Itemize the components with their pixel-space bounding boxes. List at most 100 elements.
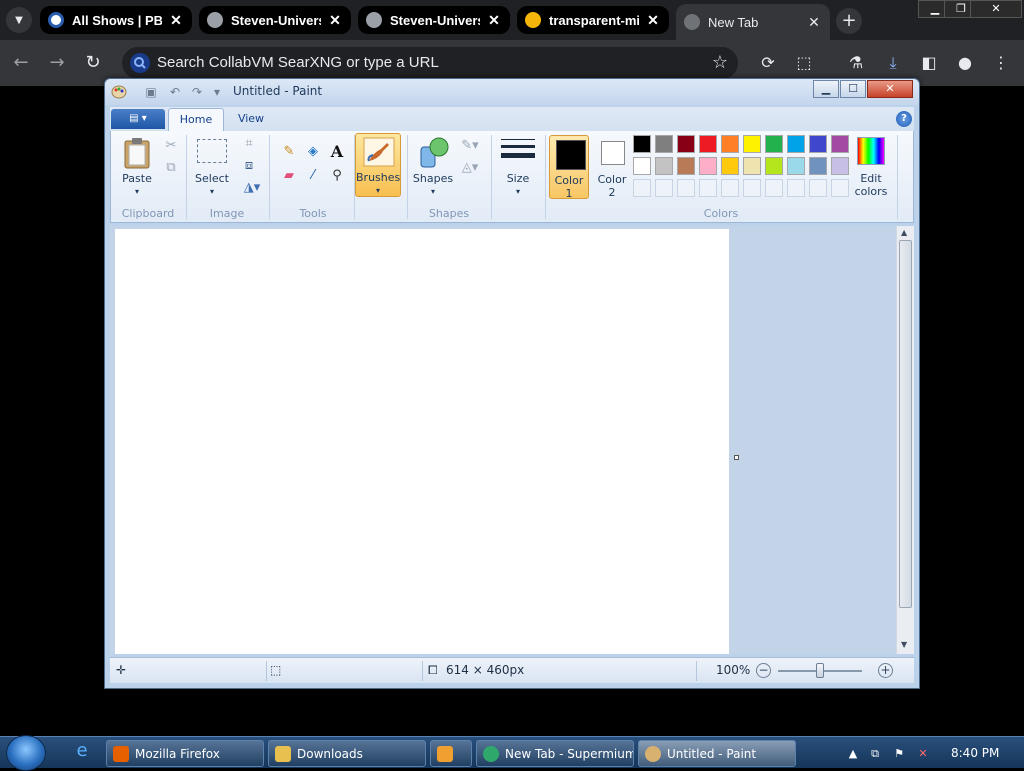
tab-pbs[interactable]: All Shows | PBS ✕ — [40, 6, 192, 34]
scroll-thumb[interactable] — [899, 240, 912, 608]
tab-close-icon[interactable]: ✕ — [645, 12, 661, 28]
color-picker-icon[interactable]: ⁄ — [303, 165, 323, 185]
sync-icon[interactable]: ⟳ — [757, 52, 779, 74]
select-rectangle-icon[interactable] — [197, 139, 227, 163]
palette-swatch[interactable] — [633, 157, 651, 175]
download-icon[interactable]: ⤓ — [882, 52, 904, 74]
edit-colors-button[interactable]: Edit colors — [847, 172, 895, 198]
palette-swatch[interactable] — [677, 157, 695, 175]
address-bar[interactable]: Search CollabVM SearXNG or type a URL ☆ — [122, 47, 738, 79]
palette-swatch[interactable] — [787, 157, 805, 175]
paste-button[interactable]: Paste — [117, 172, 157, 185]
tab-home[interactable]: Home — [168, 108, 224, 131]
tab-close-icon[interactable]: ✕ — [327, 12, 343, 28]
close-icon[interactable]: ✕ — [970, 0, 1022, 18]
rotate-icon[interactable]: ◮▾ — [239, 177, 265, 197]
redo-icon[interactable]: ↷ — [189, 84, 205, 100]
palette-custom-slot[interactable] — [809, 179, 827, 197]
palette-custom-slot[interactable] — [787, 179, 805, 197]
text-tool-icon[interactable]: A — [327, 141, 347, 161]
palette-custom-slot[interactable] — [655, 179, 673, 197]
taskbar-clock[interactable]: 8:40 PM — [951, 746, 999, 760]
zoom-in-icon[interactable]: + — [878, 663, 893, 678]
tab-close-icon[interactable]: ✕ — [168, 12, 184, 28]
resize-icon[interactable]: ⧈ — [239, 155, 259, 175]
zoom-slider-thumb[interactable] — [816, 663, 824, 678]
palette-custom-slot[interactable] — [721, 179, 739, 197]
palette-swatch[interactable] — [831, 135, 849, 153]
brushes-button[interactable]: Brushes ▾ — [355, 133, 401, 197]
pencil-icon[interactable]: ✎ — [279, 141, 299, 161]
volume-muted-icon[interactable]: ✕ — [916, 747, 930, 761]
cut-scissors-icon[interactable]: ✂ — [161, 135, 181, 155]
palette-swatch[interactable] — [677, 135, 695, 153]
show-hidden-icons-chevron-icon[interactable]: ▲ — [846, 747, 860, 761]
paint-close-icon[interactable]: ✕ — [867, 80, 913, 98]
palette-swatch[interactable] — [721, 135, 739, 153]
help-icon[interactable]: ? — [896, 111, 912, 127]
palette-swatch[interactable] — [699, 157, 717, 175]
color1-button[interactable]: Color 1 — [549, 135, 589, 200]
crop-icon[interactable]: ⌗ — [239, 133, 259, 153]
tab-steven-universe-2[interactable]: Steven-Universe ✕ — [358, 6, 510, 34]
palette-custom-slot[interactable] — [633, 179, 651, 197]
palette-swatch[interactable] — [787, 135, 805, 153]
tab-transparent-mic[interactable]: transparent-mic ✕ — [517, 6, 669, 34]
paste-dropdown-icon[interactable]: ▾ — [117, 185, 157, 198]
paint-title-bar[interactable]: ▣ ↶ ↷ ▾ Untitled - Paint ▁ ☐ ✕ — [105, 79, 919, 105]
palette-swatch[interactable] — [655, 135, 673, 153]
customize-qat-dropdown-icon[interactable]: ▾ — [209, 84, 225, 100]
palette-swatch[interactable] — [765, 157, 783, 175]
palette-custom-slot[interactable] — [765, 179, 783, 197]
labs-flask-icon[interactable]: ⚗ — [845, 52, 867, 74]
taskbar-downloads[interactable]: Downloads — [268, 740, 426, 767]
color2-button[interactable]: Color 2 — [593, 135, 633, 199]
edit-colors-rainbow-icon[interactable] — [857, 137, 885, 165]
scroll-down-icon[interactable]: ▼ — [901, 640, 907, 649]
paint-maximize-icon[interactable]: ☐ — [840, 80, 866, 98]
palette-swatch[interactable] — [721, 157, 739, 175]
copy-icon[interactable]: ⧉ — [161, 157, 181, 177]
palette-custom-slot[interactable] — [699, 179, 717, 197]
internet-explorer-icon[interactable]: e — [72, 742, 92, 764]
size-dropdown-icon[interactable]: ▾ — [497, 185, 539, 198]
tab-steven-universe-1[interactable]: Steven-Universe ✕ — [199, 6, 351, 34]
size-button[interactable]: Size — [497, 172, 539, 185]
tab-new-tab[interactable]: New Tab ✕ — [676, 4, 830, 40]
tab-close-icon[interactable]: ✕ — [486, 12, 502, 28]
drawing-canvas[interactable] — [115, 229, 729, 654]
zoom-out-icon[interactable]: − — [756, 663, 771, 678]
shapes-dropdown-icon[interactable]: ▾ — [409, 185, 457, 198]
action-center-flag-icon[interactable]: ⚑ — [892, 747, 906, 761]
palette-swatch[interactable] — [743, 135, 761, 153]
paste-clipboard-icon[interactable] — [123, 137, 151, 169]
palette-swatch[interactable] — [699, 135, 717, 153]
save-icon[interactable]: ▣ — [143, 84, 159, 100]
network-icon[interactable]: ⧉ — [868, 747, 882, 761]
paint-minimize-icon[interactable]: ▁ — [813, 80, 839, 98]
kebab-menu-icon[interactable]: ⋮ — [990, 52, 1012, 74]
select-button[interactable]: Select — [191, 172, 233, 185]
side-panel-icon[interactable]: ◧ — [918, 52, 940, 74]
outline-icon[interactable]: ✎▾ — [457, 135, 483, 155]
palette-swatch[interactable] — [809, 135, 827, 153]
tab-view[interactable]: View — [226, 108, 276, 131]
back-arrow-icon[interactable]: ← — [8, 50, 34, 76]
shapes-button[interactable]: Shapes — [409, 172, 457, 185]
paint-menu-button[interactable]: ▤ ▾ — [111, 109, 165, 129]
magnifier-icon[interactable]: ⚲ — [327, 165, 347, 185]
size-lines-icon[interactable] — [501, 137, 535, 163]
canvas-resize-handle[interactable] — [734, 455, 739, 460]
extensions-puzzle-icon[interactable]: ⬚ — [793, 52, 815, 74]
bookmark-star-icon[interactable]: ☆ — [712, 52, 728, 73]
fill-bucket-icon[interactable]: ◈ — [303, 141, 323, 161]
taskbar-supermium[interactable]: New Tab - Supermium — [476, 740, 634, 767]
palette-swatch[interactable] — [809, 157, 827, 175]
shapes-icon[interactable] — [417, 135, 451, 169]
select-dropdown-icon[interactable]: ▾ — [191, 185, 233, 198]
tab-close-icon[interactable]: ✕ — [806, 14, 822, 30]
forward-arrow-icon[interactable]: → — [44, 50, 70, 76]
undo-icon[interactable]: ↶ — [167, 84, 183, 100]
vertical-scrollbar[interactable]: ▲ ▼ — [896, 226, 914, 654]
scroll-up-icon[interactable]: ▲ — [901, 228, 907, 237]
